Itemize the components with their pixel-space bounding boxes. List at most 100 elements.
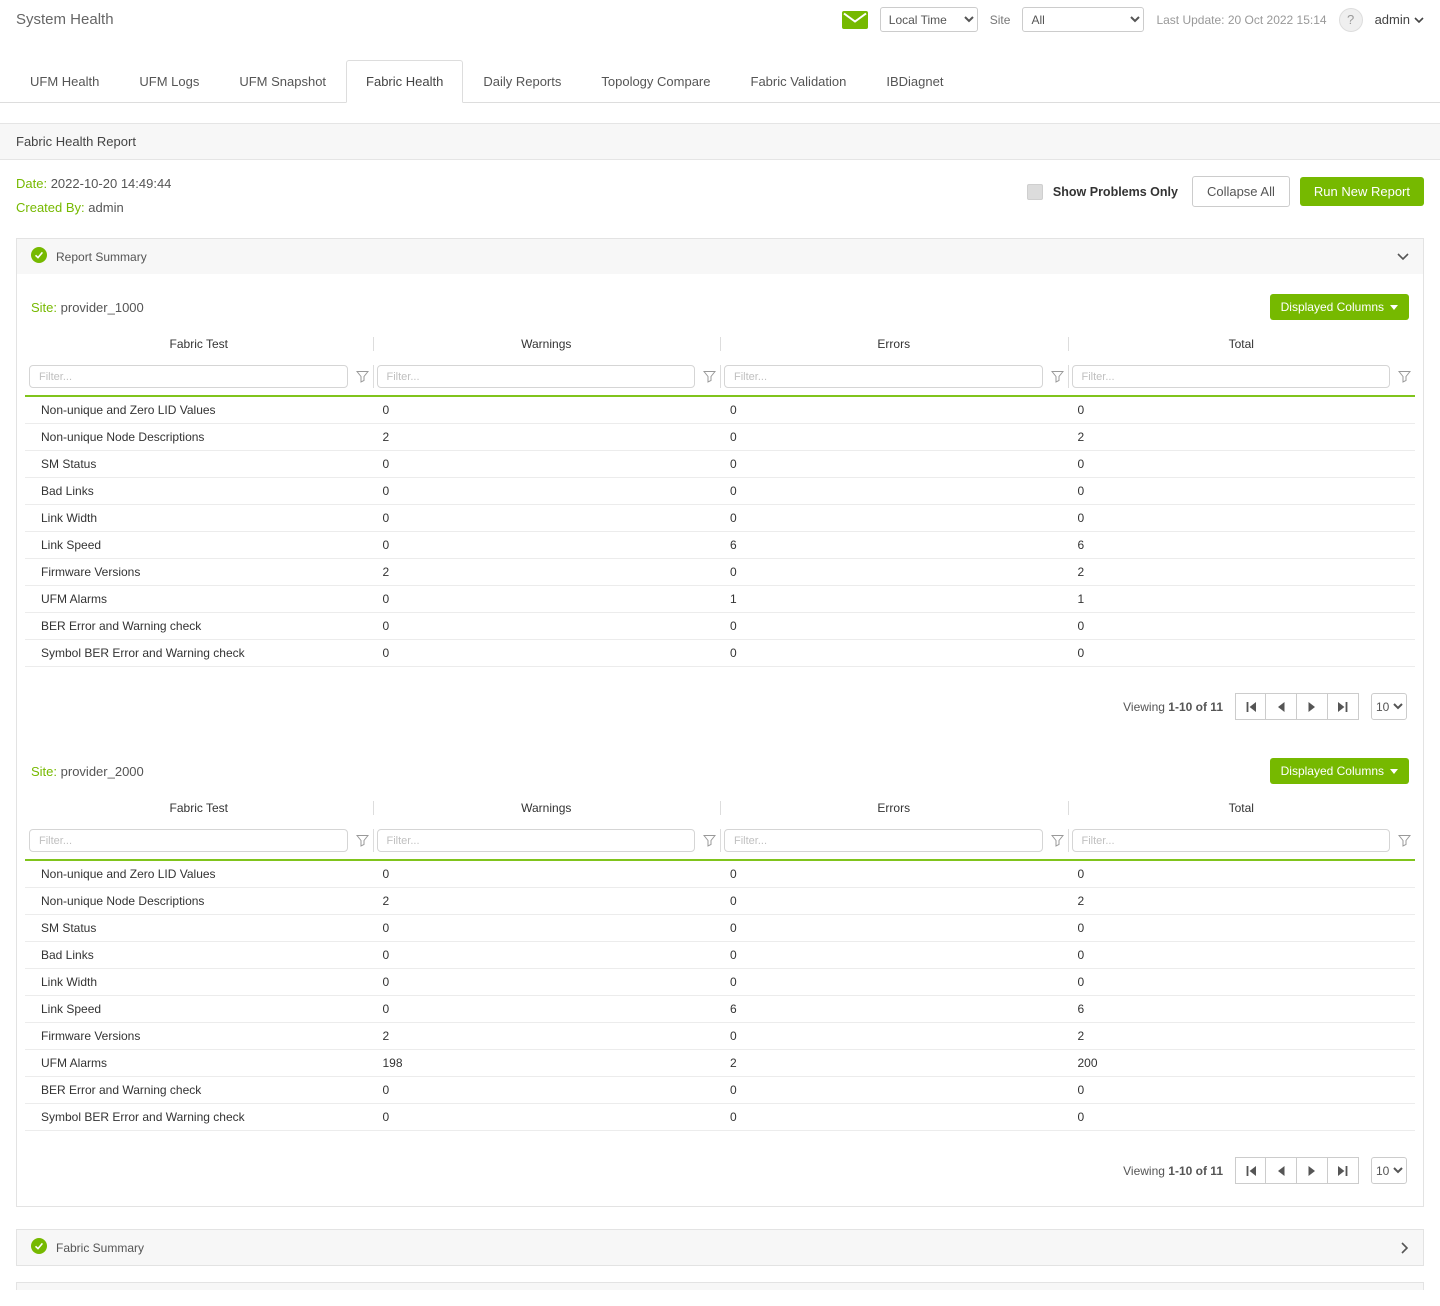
filter-input[interactable] — [29, 829, 348, 852]
value-cell: 2 — [720, 1050, 1068, 1077]
filter-input[interactable] — [1072, 829, 1391, 852]
table-row[interactable]: Non-unique and Zero LID Values000 — [25, 860, 1415, 888]
chevron-down-icon[interactable] — [1397, 253, 1409, 261]
table-row[interactable]: Non-unique Node Descriptions202 — [25, 888, 1415, 915]
table-row[interactable]: UFM Alarms011 — [25, 586, 1415, 613]
value-cell: 0 — [373, 532, 721, 559]
tab-ufm-snapshot[interactable]: UFM Snapshot — [219, 60, 346, 103]
table-row[interactable]: Link Width000 — [25, 505, 1415, 532]
timezone-select[interactable]: Local Time — [880, 7, 978, 32]
filter-input[interactable] — [377, 829, 696, 852]
filter-input[interactable] — [1072, 365, 1391, 388]
fabric-test-cell: Symbol BER Error and Warning check — [25, 1104, 373, 1131]
tab-fabric-health[interactable]: Fabric Health — [346, 60, 463, 103]
report-created-by: Created By: admin — [16, 200, 171, 215]
value-cell: 0 — [720, 942, 1068, 969]
last-page-button[interactable] — [1328, 1157, 1359, 1184]
first-page-button[interactable] — [1235, 1157, 1266, 1184]
value-cell: 1 — [1068, 586, 1416, 613]
fabric-test-cell: BER Error and Warning check — [25, 1077, 373, 1104]
filter-cell — [720, 358, 1068, 396]
fabric-test-cell: Link Speed — [25, 532, 373, 559]
show-problems-checkbox[interactable] — [1027, 184, 1043, 200]
tab-topology-compare[interactable]: Topology Compare — [581, 60, 730, 103]
tab-ibdiagnet[interactable]: IBDiagnet — [866, 60, 963, 103]
table-row[interactable]: Link Speed066 — [25, 532, 1415, 559]
displayed-columns-button[interactable]: Displayed Columns — [1270, 758, 1409, 784]
last-page-button[interactable] — [1328, 693, 1359, 720]
table-row[interactable]: Link Width000 — [25, 969, 1415, 996]
site-value: provider_2000 — [61, 764, 144, 779]
filter-input[interactable] — [377, 365, 696, 388]
fabric-test-cell: SM Status — [25, 451, 373, 478]
page-size-select[interactable]: 10 — [1371, 693, 1407, 720]
fabric-test-cell: Non-unique and Zero LID Values — [25, 860, 373, 888]
first-page-button[interactable] — [1235, 693, 1266, 720]
user-menu[interactable]: admin — [1375, 12, 1424, 27]
filter-funnel-icon[interactable] — [356, 370, 369, 383]
table-row[interactable]: UFM Alarms1982200 — [25, 1050, 1415, 1077]
table-row[interactable]: SM Status000 — [25, 915, 1415, 942]
report-summary-header[interactable]: Report Summary — [17, 239, 1423, 274]
table-row[interactable]: Non-unique and Zero LID Values000 — [25, 396, 1415, 424]
help-icon[interactable]: ? — [1339, 8, 1363, 32]
collapsed-panel-stub[interactable] — [16, 1282, 1424, 1290]
displayed-columns-button[interactable]: Displayed Columns — [1270, 294, 1409, 320]
filter-funnel-icon[interactable] — [356, 834, 369, 847]
site-section-1: Site: provider_1000 Displayed Columns Fa… — [25, 278, 1415, 728]
show-problems-label: Show Problems Only — [1053, 185, 1178, 199]
value-cell: 0 — [373, 942, 721, 969]
value-cell: 0 — [720, 613, 1068, 640]
value-cell: 6 — [1068, 996, 1416, 1023]
table-row[interactable]: Firmware Versions202 — [25, 559, 1415, 586]
filter-funnel-icon[interactable] — [703, 834, 716, 847]
filter-input[interactable] — [724, 365, 1043, 388]
collapse-all-button[interactable]: Collapse All — [1192, 176, 1290, 207]
filter-funnel-icon[interactable] — [703, 370, 716, 383]
previous-page-button[interactable] — [1266, 693, 1297, 720]
mail-icon[interactable] — [842, 11, 868, 29]
value-cell: 0 — [373, 478, 721, 505]
table-row[interactable]: Bad Links000 — [25, 942, 1415, 969]
tab-fabric-validation[interactable]: Fabric Validation — [731, 60, 867, 103]
table-row[interactable]: Non-unique Node Descriptions202 — [25, 424, 1415, 451]
next-page-button[interactable] — [1297, 693, 1328, 720]
value-cell: 6 — [720, 532, 1068, 559]
table-row[interactable]: Symbol BER Error and Warning check000 — [25, 1104, 1415, 1131]
filter-funnel-icon[interactable] — [1398, 370, 1411, 383]
value-cell: 0 — [373, 996, 721, 1023]
tab-daily-reports[interactable]: Daily Reports — [463, 60, 581, 103]
tab-ufm-health[interactable]: UFM Health — [10, 60, 119, 103]
filter-funnel-icon[interactable] — [1051, 834, 1064, 847]
table-row[interactable]: BER Error and Warning check000 — [25, 613, 1415, 640]
fabric-test-cell: Symbol BER Error and Warning check — [25, 640, 373, 667]
next-page-button[interactable] — [1297, 1157, 1328, 1184]
fabric-summary-header[interactable]: Fabric Summary — [17, 1230, 1423, 1265]
table-row[interactable]: Bad Links000 — [25, 478, 1415, 505]
page-size-select[interactable]: 10 — [1371, 1157, 1407, 1184]
previous-page-button[interactable] — [1266, 1157, 1297, 1184]
date-label: Date: — [16, 176, 47, 191]
chevron-right-icon[interactable] — [1401, 1242, 1409, 1254]
table-row[interactable]: BER Error and Warning check000 — [25, 1077, 1415, 1104]
fabric-test-table: Fabric TestWarningsErrorsTotal Non-uniqu… — [25, 794, 1415, 1131]
tab-ufm-logs[interactable]: UFM Logs — [119, 60, 219, 103]
date-value: 2022-10-20 14:49:44 — [51, 176, 172, 191]
filter-funnel-icon[interactable] — [1398, 834, 1411, 847]
filter-input[interactable] — [29, 365, 348, 388]
run-new-report-button[interactable]: Run New Report — [1300, 177, 1424, 206]
table-row[interactable]: SM Status000 — [25, 451, 1415, 478]
filter-cell — [373, 358, 721, 396]
value-cell: 0 — [720, 640, 1068, 667]
table-row[interactable]: Firmware Versions202 — [25, 1023, 1415, 1050]
fabric-summary-title: Fabric Summary — [56, 1241, 144, 1255]
last-update-text: Last Update: 20 Oct 2022 15:14 — [1156, 13, 1326, 27]
table-row[interactable]: Link Speed066 — [25, 996, 1415, 1023]
table-row[interactable]: Symbol BER Error and Warning check000 — [25, 640, 1415, 667]
filter-input[interactable] — [724, 829, 1043, 852]
filter-funnel-icon[interactable] — [1051, 370, 1064, 383]
success-check-icon — [31, 247, 47, 266]
column-header: Warnings — [373, 794, 721, 822]
value-cell: 198 — [373, 1050, 721, 1077]
site-select[interactable]: All — [1022, 7, 1144, 32]
